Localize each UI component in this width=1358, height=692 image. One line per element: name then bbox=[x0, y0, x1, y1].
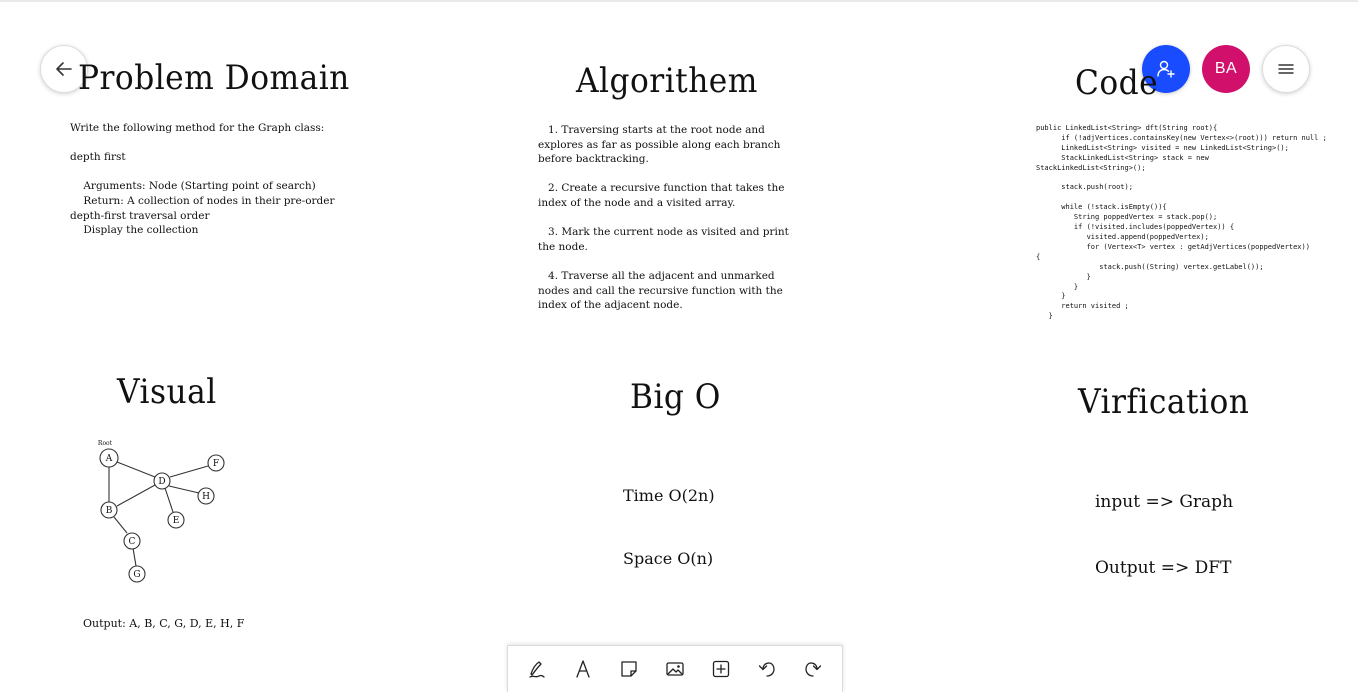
node-e-label: E bbox=[173, 516, 180, 526]
problem-domain-title: Problem Domain bbox=[78, 58, 350, 98]
add-icon bbox=[712, 660, 730, 678]
redo-icon bbox=[805, 662, 822, 677]
edge-d-f bbox=[169, 465, 209, 478]
visual-title: Visual bbox=[117, 372, 217, 412]
algorithm-text: 1. Traversing starts at the root node an… bbox=[538, 124, 789, 312]
edge-b-d bbox=[116, 484, 156, 507]
verification-title: Virfication bbox=[1078, 382, 1250, 422]
big-o-space: Space O(n) bbox=[623, 549, 714, 568]
undo-icon bbox=[758, 662, 775, 677]
problem-domain-text: Write the following method for the Graph… bbox=[70, 122, 335, 237]
sticky-note-icon bbox=[621, 661, 637, 677]
node-f-label: F bbox=[213, 459, 219, 469]
redo-button[interactable] bbox=[793, 649, 833, 689]
sticky-note-tool-button[interactable] bbox=[609, 649, 649, 689]
verification-output: Output => DFT bbox=[1095, 558, 1232, 578]
node-a-label: A bbox=[105, 454, 113, 464]
avatar-initials: BA bbox=[1214, 60, 1238, 77]
visual-output: Output: A, B, C, G, D, E, H, F bbox=[83, 617, 245, 630]
user-avatar[interactable]: BA bbox=[1202, 45, 1250, 93]
big-o-title: Big O bbox=[630, 377, 721, 417]
big-o-text: Time O(2n) Space O(n) bbox=[623, 443, 715, 590]
top-divider bbox=[0, 0, 1358, 2]
edge-d-e bbox=[164, 487, 174, 513]
image-tool-button[interactable] bbox=[655, 649, 695, 689]
arrow-left-icon bbox=[56, 62, 72, 76]
text-tool-button[interactable] bbox=[563, 649, 603, 689]
pen-icon bbox=[529, 661, 545, 678]
hamburger-menu-icon bbox=[1278, 64, 1294, 74]
code-snippet: public LinkedList<String> dft(String roo… bbox=[1036, 124, 1327, 321]
undo-button[interactable] bbox=[747, 649, 787, 689]
big-o-time: Time O(2n) bbox=[623, 486, 715, 505]
add-person-icon bbox=[1157, 60, 1175, 78]
node-c-label: C bbox=[129, 537, 136, 547]
algorithm-title: Algorithem bbox=[576, 61, 758, 101]
image-icon bbox=[666, 662, 684, 676]
add-tool-button[interactable] bbox=[701, 649, 741, 689]
code-title: Code bbox=[1075, 63, 1159, 103]
edge-b-c bbox=[113, 516, 128, 534]
graph-diagram: Root A B C G D E F H bbox=[98, 440, 225, 583]
bottom-toolbar bbox=[507, 645, 843, 692]
verification-text: input => Graph Output => DFT bbox=[1095, 447, 1233, 601]
node-d-label: D bbox=[158, 477, 165, 487]
edge-d-h bbox=[168, 485, 200, 494]
verification-input: input => Graph bbox=[1095, 492, 1234, 512]
node-b-label: B bbox=[106, 506, 113, 516]
edge-c-g bbox=[132, 547, 137, 567]
root-label: Root bbox=[98, 440, 113, 447]
edge-a-d bbox=[116, 461, 156, 478]
pen-tool-button[interactable] bbox=[517, 649, 557, 689]
text-icon bbox=[576, 660, 590, 678]
menu-button[interactable] bbox=[1262, 45, 1310, 93]
node-g-label: G bbox=[133, 570, 140, 580]
node-h-label: H bbox=[202, 492, 210, 502]
